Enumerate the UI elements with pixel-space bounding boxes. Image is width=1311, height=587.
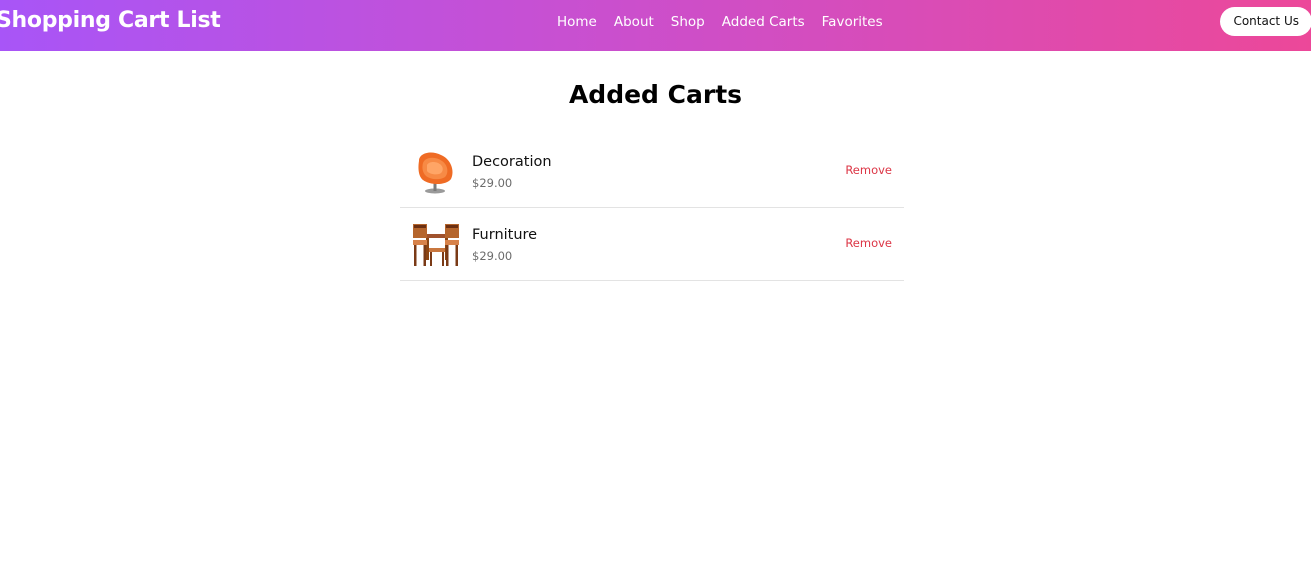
nav-shop[interactable]: Shop bbox=[671, 14, 705, 30]
remove-button[interactable]: Remove bbox=[845, 236, 892, 250]
wooden-dining-set-icon bbox=[411, 220, 461, 270]
nav-favorites[interactable]: Favorites bbox=[822, 14, 883, 30]
cart-list: Decoration $29.00 Remove Furniture $29.0… bbox=[400, 135, 904, 281]
nav-added-carts[interactable]: Added Carts bbox=[722, 14, 805, 30]
brand-title[interactable]: Shopping Cart List bbox=[0, 8, 221, 33]
navbar: Shopping Cart List Home About Shop Added… bbox=[0, 0, 1311, 51]
contact-us-button[interactable]: Contact Us bbox=[1220, 7, 1311, 36]
cart-item: Furniture $29.00 Remove bbox=[400, 208, 904, 281]
remove-button[interactable]: Remove bbox=[845, 163, 892, 177]
nav-about[interactable]: About bbox=[614, 14, 654, 30]
item-name: Furniture bbox=[472, 227, 538, 243]
page-title: Added Carts bbox=[568, 80, 743, 109]
nav-home[interactable]: Home bbox=[557, 14, 597, 30]
cart-item: Decoration $29.00 Remove bbox=[400, 135, 904, 208]
item-price: $29.00 bbox=[472, 176, 513, 190]
item-price: $29.00 bbox=[472, 249, 513, 263]
orange-chair-icon bbox=[411, 147, 461, 197]
item-name: Decoration bbox=[472, 154, 552, 170]
nav-links: Home About Shop Added Carts Favorites bbox=[557, 14, 900, 30]
